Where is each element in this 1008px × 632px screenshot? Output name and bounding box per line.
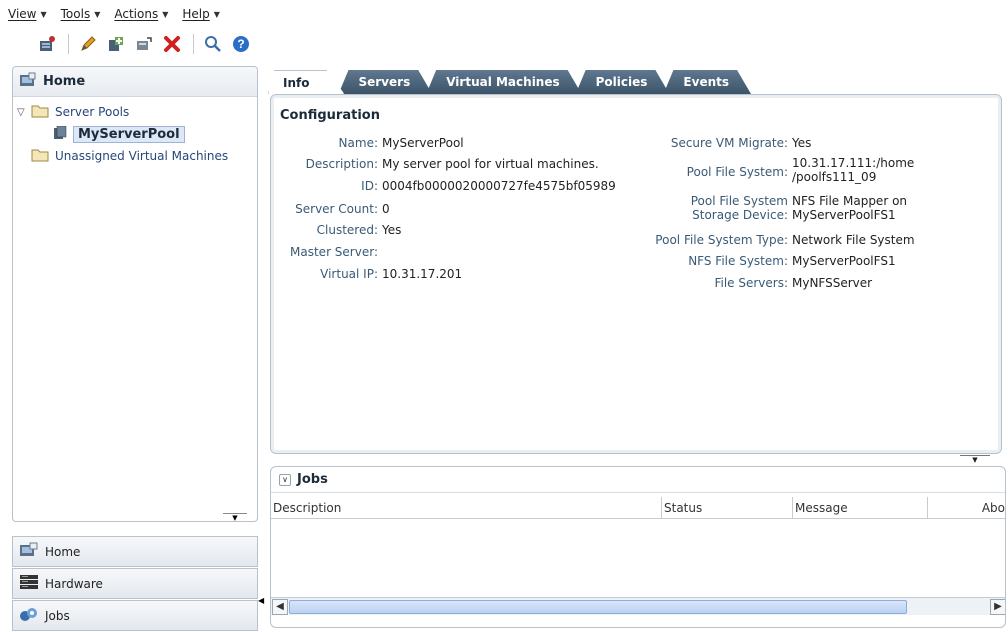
menu-view[interactable]: View ▼ — [8, 7, 47, 21]
chevron-down-icon: ▼ — [213, 9, 220, 19]
pool-fs-type-value: Network File System — [792, 233, 915, 247]
expand-triangle-icon[interactable]: ▽ — [17, 107, 31, 118]
scrollbar-thumb[interactable] — [289, 600, 907, 614]
navigator-splitter[interactable]: ▼ — [223, 513, 247, 522]
secure-vm-migrate-label: Secure VM Migrate: — [670, 136, 788, 150]
accordion-home[interactable]: Home — [12, 536, 258, 567]
chevron-down-icon: ▼ — [162, 9, 169, 19]
menu-tools[interactable]: Tools ▼ — [61, 7, 101, 21]
help-icon[interactable]: ? — [230, 33, 252, 55]
tree-item-server-pools[interactable]: ▽ Server Pools — [17, 101, 257, 123]
description-value: My server pool for virtual machines. — [382, 157, 599, 171]
tab-servers[interactable]: Servers — [338, 70, 432, 94]
menu-bar: View ▼ Tools ▼ Actions ▼ Help ▼ — [0, 0, 1008, 28]
jobs-panel: ∨ Jobs Description Status Message Abo ◀ … — [270, 466, 1006, 628]
name-value: MyServerPool — [382, 136, 464, 150]
collapse-toggle-icon[interactable]: ∨ — [279, 473, 291, 486]
add-remove-icon[interactable] — [105, 33, 127, 55]
info-panel: Configuration Name: MyServerPool Descrip… — [270, 94, 1002, 454]
discover-icon[interactable] — [133, 33, 155, 55]
server-pool-icon — [53, 125, 67, 143]
column-description[interactable]: Description — [271, 497, 662, 519]
navigation-tree: ▽ Server Pools MyServerPool Unassigned V… — [13, 97, 257, 167]
pool-fs-storage-value: NFS File Mapper on — [792, 194, 908, 208]
pool-fs-type-label: Pool File System Type: — [655, 233, 788, 247]
accordion-nav: Home Hardware Jobs — [12, 536, 258, 632]
jobs-splitter[interactable]: ▼ — [960, 455, 990, 464]
jobs-header: ∨ Jobs — [271, 467, 1005, 493]
edit-icon[interactable] — [77, 33, 99, 55]
create-server-pool-icon[interactable] — [36, 33, 58, 55]
master-server-label: Master Server: — [290, 245, 378, 259]
tree-item-myserverpool[interactable]: MyServerPool — [17, 123, 257, 145]
clustered-value: Yes — [382, 223, 402, 237]
navigator-title: Home — [43, 74, 86, 89]
secure-vm-migrate-value: Yes — [792, 136, 812, 150]
id-value: 0004fb0000020000727fe4575bf05989 — [382, 179, 616, 193]
folder-icon — [31, 104, 49, 121]
tab-info[interactable]: Info — [268, 70, 344, 94]
file-servers-value: MyNFSServer — [792, 276, 873, 290]
chevron-down-icon: ▼ — [94, 9, 101, 19]
accordion-hardware[interactable]: Hardware — [12, 568, 258, 599]
home-icon — [19, 542, 39, 561]
server-count-value: 0 — [382, 202, 390, 216]
toolbar: ? — [0, 30, 258, 58]
hardware-icon — [19, 574, 39, 593]
section-title: Configuration — [280, 108, 380, 123]
pool-fs-storage-label-2: Storage Device: — [692, 208, 788, 222]
tab-events[interactable]: Events — [663, 70, 751, 94]
jobs-icon — [19, 606, 39, 625]
detail-tabs: Info Servers Virtual Machines Policies E… — [268, 68, 745, 94]
pool-file-system-value-2: /poolfs111_09 — [792, 170, 877, 184]
nfs-file-system-value: MyServerPoolFS1 — [792, 254, 896, 268]
pool-fs-storage-label: Pool File System — [690, 194, 788, 208]
virtual-ip-label: Virtual IP: — [320, 267, 378, 281]
menu-help[interactable]: Help ▼ — [182, 7, 220, 21]
menu-actions[interactable]: Actions ▼ — [114, 7, 168, 21]
scroll-right-icon[interactable]: ▶ — [990, 599, 1005, 615]
column-abort[interactable]: Abo — [928, 497, 1005, 519]
navigator-header: Home — [13, 67, 257, 97]
clustered-label: Clustered: — [316, 223, 378, 237]
server-count-label: Server Count: — [295, 202, 378, 216]
chevron-down-icon: ▼ — [40, 9, 47, 19]
tab-policies[interactable]: Policies — [576, 70, 670, 94]
column-status[interactable]: Status — [662, 497, 793, 519]
accordion-jobs[interactable]: Jobs — [12, 600, 258, 631]
folder-icon — [31, 148, 49, 165]
pool-file-system-label: Pool File System: — [686, 165, 788, 179]
virtual-ip-value: 10.31.17.201 — [382, 267, 463, 281]
svg-text:?: ? — [237, 37, 244, 51]
navigator-panel: Home ▽ Server Pools MyServerPool Unassig… — [12, 66, 258, 522]
search-icon[interactable] — [202, 33, 224, 55]
jobs-table-header: Description Status Message Abo — [271, 497, 1005, 519]
collapse-handle[interactable]: ◀ — [258, 596, 264, 606]
toolbar-divider — [68, 34, 69, 54]
home-icon — [19, 72, 37, 91]
delete-icon[interactable] — [161, 33, 183, 55]
pool-file-system-value: 10.31.17.111:/home — [792, 156, 915, 170]
pool-fs-storage-value-2: MyServerPoolFS1 — [792, 208, 896, 222]
column-message[interactable]: Message — [793, 497, 928, 519]
horizontal-scrollbar[interactable]: ◀ ▶ — [271, 597, 1005, 615]
id-label: ID: — [361, 179, 378, 193]
scroll-left-icon[interactable]: ◀ — [272, 599, 288, 615]
tree-item-unassigned-vms[interactable]: Unassigned Virtual Machines — [17, 145, 257, 167]
name-label: Name: — [338, 136, 378, 150]
file-servers-label: File Servers: — [714, 276, 788, 290]
nfs-file-system-label: NFS File System: — [688, 254, 788, 268]
jobs-title: Jobs — [297, 472, 328, 487]
tab-virtual-machines[interactable]: Virtual Machines — [426, 70, 581, 94]
toolbar-divider — [193, 34, 194, 54]
description-label: Description: — [305, 157, 378, 171]
